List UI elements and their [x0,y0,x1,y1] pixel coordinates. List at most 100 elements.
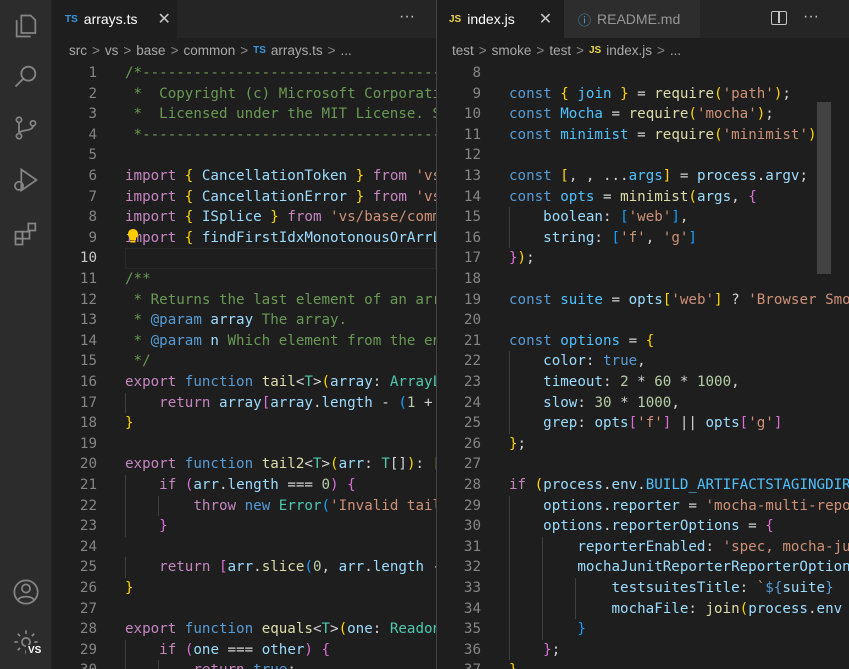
extensions-icon[interactable] [8,216,44,252]
code-line: 29 if (one === other) { [53,640,436,661]
breadcrumb-item[interactable]: vs [105,43,119,58]
code-text: import { CancellationError } from 'vs/ba… [125,187,436,208]
more-actions-icon[interactable]: ··· [399,8,415,26]
code-token: function [184,456,254,473]
indent-guide [125,475,126,496]
code-text: */ [125,351,151,372]
code-token: args [696,188,732,205]
code-token: . [602,477,612,493]
code-token: 1000 [696,374,732,390]
code-token: = [594,188,621,205]
breadcrumb-item[interactable]: smoke [492,43,532,58]
code-token: const [509,188,552,205]
breadcrumb-item[interactable]: test [549,43,571,58]
code-token: : [705,538,723,555]
code-token: T [304,374,313,390]
code-token: if [159,477,177,493]
code-token: } [509,435,518,452]
tab-index-js[interactable]: JS index.js ✕ [437,0,564,38]
code-token: [ [560,168,569,184]
code-token: length [372,559,425,576]
run-debug-icon[interactable] [8,162,44,198]
code-token: } [355,188,365,205]
code-line: 17}); [437,248,849,269]
code-token: function [184,621,254,638]
code-token: > [330,621,339,638]
code-token: ) [808,126,817,143]
settings-gear-icon[interactable]: VS [8,624,44,660]
more-actions-icon[interactable]: ··· [803,8,819,26]
right-editor-group: JS index.js ✕ ⓘ README.md ··· test > smok… [437,0,849,669]
code-token: if [509,477,527,493]
code-token: true [253,662,287,669]
code-token: 30 [594,394,612,411]
code-token: { [765,518,774,535]
indent-guide [541,619,543,640]
vertical-scrollbar[interactable] [817,102,831,274]
code-token: ( [338,621,348,638]
code-line: 19 [53,434,436,455]
account-icon[interactable] [8,574,44,610]
breadcrumb-item[interactable]: base [136,43,165,58]
code-token: , , ... [568,168,629,184]
indent-guide [509,557,510,578]
indent-guide [509,392,510,414]
code-token: const [509,168,552,184]
breadcrumb-item[interactable]: test [452,43,474,58]
code-token: options [543,518,603,535]
tab-readme-md[interactable]: ⓘ README.md [564,0,700,38]
line-number: 1 [88,65,97,81]
code-token: length [227,477,279,493]
code-token: options [543,497,603,514]
breadcrumb-item[interactable]: ... [341,43,352,58]
code-token: { [347,477,356,493]
code-text: * @param array The array. [125,310,348,331]
code-text: *---------------------------------------… [125,125,436,146]
indent-guide [541,536,543,558]
code-token: color [543,353,586,370]
code-token: @param [150,312,202,329]
code-text: /** [125,269,151,290]
breadcrumb-item[interactable]: common [183,43,235,58]
code-text: const [, , ...args] = process.argv; [509,166,808,187]
source-control-icon[interactable] [8,110,44,146]
tab-arrays-ts[interactable]: TS arrays.ts ✕ [53,0,177,38]
breadcrumb-item[interactable]: arrays.ts [271,43,323,58]
code-token: ) [304,641,313,658]
code-token: { [560,85,569,102]
code-token: * [628,374,655,390]
line-number: 18 [463,271,481,287]
line-number: 7 [88,188,97,205]
close-icon[interactable]: ✕ [157,9,170,29]
code-text: return [arr.slice(0, arr.length - 1 [125,557,436,578]
code-token: ReadonlyArray [389,621,436,638]
code-token: ; [782,85,791,102]
code-token: from [287,209,322,226]
lightbulb-icon[interactable] [127,228,139,243]
line-number: 4 [88,126,97,143]
code-token: env [611,477,638,493]
code-token: 0 [321,477,331,493]
search-icon[interactable] [8,58,44,94]
code-token: join [577,85,612,102]
line-number: 32 [463,559,481,576]
breadcrumb-item[interactable]: src [69,43,87,58]
close-icon[interactable]: ✕ [539,9,552,29]
explorer-icon[interactable] [8,8,44,44]
split-editor-icon[interactable] [771,11,787,25]
breadcrumb-item[interactable]: index.js [606,43,652,58]
code-token: mochaFile [611,600,689,617]
breadcrumb-item[interactable]: ... [670,43,681,58]
code-token: process [748,600,808,617]
